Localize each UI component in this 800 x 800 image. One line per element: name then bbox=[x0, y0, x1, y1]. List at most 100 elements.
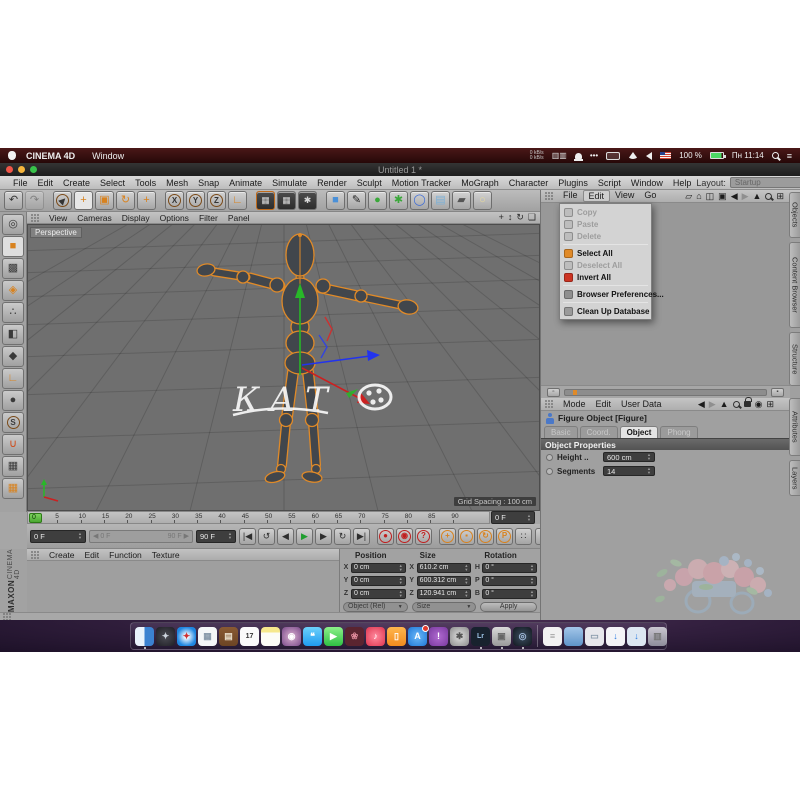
browser-new-panel-icon[interactable]: ⊞ bbox=[776, 191, 784, 202]
side-tab-content-browser[interactable]: Content Browser bbox=[789, 242, 800, 328]
play-button[interactable]: ▶ bbox=[296, 528, 313, 545]
dock-notes[interactable] bbox=[261, 627, 280, 646]
activity-icon[interactable]: ▥▥ bbox=[552, 151, 567, 160]
browser-menu-view[interactable]: View bbox=[610, 190, 639, 202]
browser-forward-icon[interactable]: ▶ bbox=[742, 191, 749, 201]
app-menu-simulate[interactable]: Simulate bbox=[267, 178, 312, 188]
key-position-toggle[interactable]: + bbox=[439, 528, 456, 545]
dock-downloads-stack[interactable]: ↓ bbox=[627, 627, 646, 646]
browser-menu-go[interactable]: Go bbox=[639, 190, 661, 202]
dock-app-store[interactable]: A bbox=[408, 627, 427, 646]
dock-photo-booth[interactable]: ◉ bbox=[282, 627, 301, 646]
dock-cinema-4d[interactable]: ◎ bbox=[513, 627, 532, 646]
app-menu-file[interactable]: File bbox=[8, 178, 33, 188]
property-field-segments[interactable]: 14 bbox=[603, 466, 655, 476]
app-menu-help[interactable]: Help bbox=[668, 178, 697, 188]
y-axis-lock[interactable]: Y bbox=[186, 191, 205, 210]
dock-system-preferences[interactable]: ✱ bbox=[450, 627, 469, 646]
position-z-field[interactable]: 0 cm bbox=[351, 589, 406, 599]
side-tab-structure[interactable]: Structure bbox=[789, 332, 800, 386]
record-keyframe-button[interactable]: ● bbox=[377, 528, 394, 545]
thumbnail-size-slider[interactable] bbox=[564, 389, 767, 396]
edit-menu-item-select-all[interactable]: Select All bbox=[560, 247, 651, 259]
app-menu-mograph[interactable]: MoGraph bbox=[456, 178, 504, 188]
dock-facetime[interactable]: ▶ bbox=[324, 627, 343, 646]
input-language-flag-icon[interactable] bbox=[660, 152, 671, 159]
render-picture-viewer-button[interactable]: ▦ bbox=[277, 191, 296, 210]
browser-menu-file[interactable]: File bbox=[558, 190, 583, 202]
attribute-tab-phong[interactable]: Phong bbox=[660, 426, 697, 438]
object-properties-section[interactable]: Object Properties bbox=[541, 438, 790, 450]
key-parameter-toggle[interactable]: P bbox=[496, 528, 513, 545]
timeline-playhead[interactable]: 0 bbox=[29, 513, 42, 523]
coordinate-system-button[interactable]: ∟ bbox=[228, 191, 247, 210]
stepper-icon[interactable] bbox=[647, 467, 651, 475]
add-environment-button[interactable]: ▤ bbox=[431, 191, 450, 210]
attr-new-panel-icon[interactable]: ⊞ bbox=[766, 399, 774, 410]
stepper-icon[interactable] bbox=[399, 590, 403, 598]
key-pla-toggle[interactable]: ∷ bbox=[515, 528, 532, 545]
attr-up-icon[interactable]: ▲ bbox=[720, 399, 729, 409]
rotation-b-field[interactable]: 0 ° bbox=[482, 589, 537, 599]
viewport-solo-mode[interactable]: ● bbox=[2, 390, 24, 411]
macos-menu-window[interactable]: Window bbox=[87, 151, 129, 161]
x-axis-lock[interactable]: X bbox=[165, 191, 184, 210]
model-paint-mode[interactable]: ◎ bbox=[2, 214, 24, 235]
browser-search-icon[interactable] bbox=[765, 193, 772, 200]
attribute-tab-object[interactable]: Object bbox=[620, 426, 659, 438]
dock-finder[interactable] bbox=[135, 627, 154, 646]
attr-menu-mode[interactable]: Mode bbox=[558, 399, 591, 409]
enable-axis-mode[interactable]: ∟ bbox=[2, 368, 24, 389]
spotlight-search-icon[interactable] bbox=[772, 152, 779, 159]
layout-dropdown[interactable]: Startup▼ bbox=[730, 177, 800, 188]
dock-safari[interactable]: ✦ bbox=[177, 627, 196, 646]
stepper-icon[interactable] bbox=[647, 453, 651, 461]
scale-tool[interactable]: ▣ bbox=[95, 191, 114, 210]
edit-menu-item-clean-up-database[interactable]: Clean Up Database bbox=[560, 305, 651, 317]
browser-edit-icon[interactable]: ▱ bbox=[685, 191, 692, 201]
viewport[interactable]: Perspective Grid Spacing : 100 cm КАТ bbox=[27, 224, 540, 511]
browser-presets-icon[interactable]: ◫ bbox=[706, 191, 715, 201]
viewport-menu-options[interactable]: Options bbox=[155, 213, 194, 223]
magnet-tool[interactable]: ∪ bbox=[2, 434, 24, 455]
dock-photos[interactable]: ❀ bbox=[345, 627, 364, 646]
attr-menu-user-data[interactable]: User Data bbox=[616, 399, 667, 409]
browser-home-icon[interactable]: ⌂ bbox=[696, 191, 701, 201]
add-field-button[interactable]: ◯ bbox=[410, 191, 429, 210]
macos-app-name[interactable]: CINEMA 4D bbox=[26, 151, 75, 161]
points-mode[interactable]: ∴ bbox=[2, 302, 24, 323]
render-view-button[interactable]: ▦ bbox=[256, 191, 275, 210]
model-mode[interactable]: ■ bbox=[2, 236, 24, 257]
app-menu-snap[interactable]: Snap bbox=[193, 178, 224, 188]
material-menu-edit[interactable]: Edit bbox=[80, 550, 105, 560]
size-y-field[interactable]: 600.312 cm bbox=[417, 576, 472, 586]
attr-menu-edit[interactable]: Edit bbox=[591, 399, 617, 409]
viewport-camera-label[interactable]: Perspective bbox=[30, 227, 82, 238]
position-y-field[interactable]: 0 cm bbox=[351, 576, 406, 586]
move-tool[interactable]: + bbox=[74, 191, 93, 210]
attr-filter-icon[interactable]: ◉ bbox=[755, 399, 763, 410]
viewport-menu-view[interactable]: View bbox=[44, 213, 72, 223]
stepper-icon[interactable] bbox=[530, 577, 534, 585]
dock-folder-screenshots[interactable]: ▭ bbox=[585, 627, 604, 646]
thumbnail-small-button[interactable]: ▫ bbox=[547, 388, 560, 397]
dock-ibooks[interactable]: ▯ bbox=[387, 627, 406, 646]
display-icon[interactable] bbox=[606, 152, 620, 160]
dock-utility[interactable]: ▣ bbox=[492, 627, 511, 646]
dock-trash[interactable]: ▥ bbox=[648, 627, 667, 646]
workplane-snap-button[interactable]: ▦ bbox=[2, 478, 24, 499]
size-x-field[interactable]: 610.2 cm bbox=[417, 563, 472, 573]
side-tab-attributes[interactable]: Attributes bbox=[789, 398, 800, 456]
last-used-tool[interactable]: + bbox=[137, 191, 156, 210]
material-menu-create[interactable]: Create bbox=[44, 550, 80, 560]
app-menu-select[interactable]: Select bbox=[95, 178, 130, 188]
notification-center-icon[interactable]: ≡ bbox=[787, 151, 792, 161]
add-cube-button[interactable]: ■ bbox=[326, 191, 345, 210]
current-frame-field[interactable]: 0 F bbox=[30, 530, 86, 543]
edges-mode[interactable]: ◧ bbox=[2, 324, 24, 345]
dock-messages[interactable]: ❝ bbox=[303, 627, 322, 646]
add-generator-button[interactable]: ● bbox=[368, 191, 387, 210]
panel-handle[interactable] bbox=[545, 400, 554, 408]
attribute-tab-coord[interactable]: Coord. bbox=[580, 426, 618, 438]
app-menu-plugins[interactable]: Plugins bbox=[553, 178, 593, 188]
